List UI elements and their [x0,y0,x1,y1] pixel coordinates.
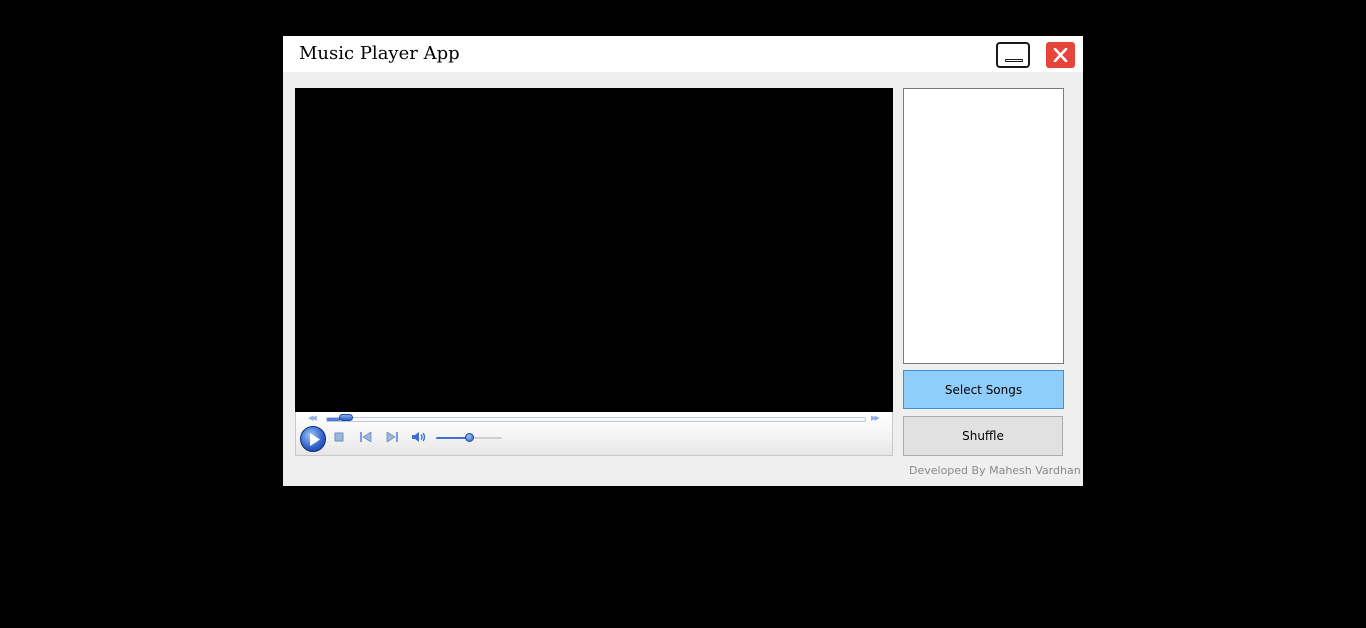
seek-progress [327,418,341,421]
video-display[interactable] [295,88,893,412]
play-icon [310,433,320,446]
fast-forward-icon[interactable]: ▶▶ [871,414,880,422]
close-icon [1053,48,1068,62]
app-window: Music Player App ◀◀ ▶▶ Select Songs Shuf… [283,36,1083,486]
media-controls: ◀◀ ▶▶ [295,412,893,456]
song-list[interactable] [903,88,1064,364]
play-button[interactable] [300,426,326,452]
window-title: Music Player App [299,43,460,64]
developer-credit: Developed By Mahesh Vardhan [909,464,1081,477]
minimize-icon [1005,59,1023,62]
close-button[interactable] [1046,42,1075,68]
seek-thumb[interactable] [339,414,354,421]
previous-icon[interactable] [360,432,372,442]
select-songs-button[interactable]: Select Songs [903,370,1064,409]
minimize-button[interactable] [996,42,1030,68]
stop-icon[interactable] [334,432,344,442]
rewind-icon[interactable]: ◀◀ [308,414,317,422]
shuffle-button[interactable]: Shuffle [903,416,1063,456]
seek-bar[interactable]: ◀◀ ▶▶ [296,412,892,425]
volume-icon[interactable] [411,431,427,443]
title-bar: Music Player App [283,36,1083,72]
next-icon[interactable] [386,432,398,442]
seek-track[interactable] [326,417,866,422]
volume-thumb[interactable] [465,433,474,442]
